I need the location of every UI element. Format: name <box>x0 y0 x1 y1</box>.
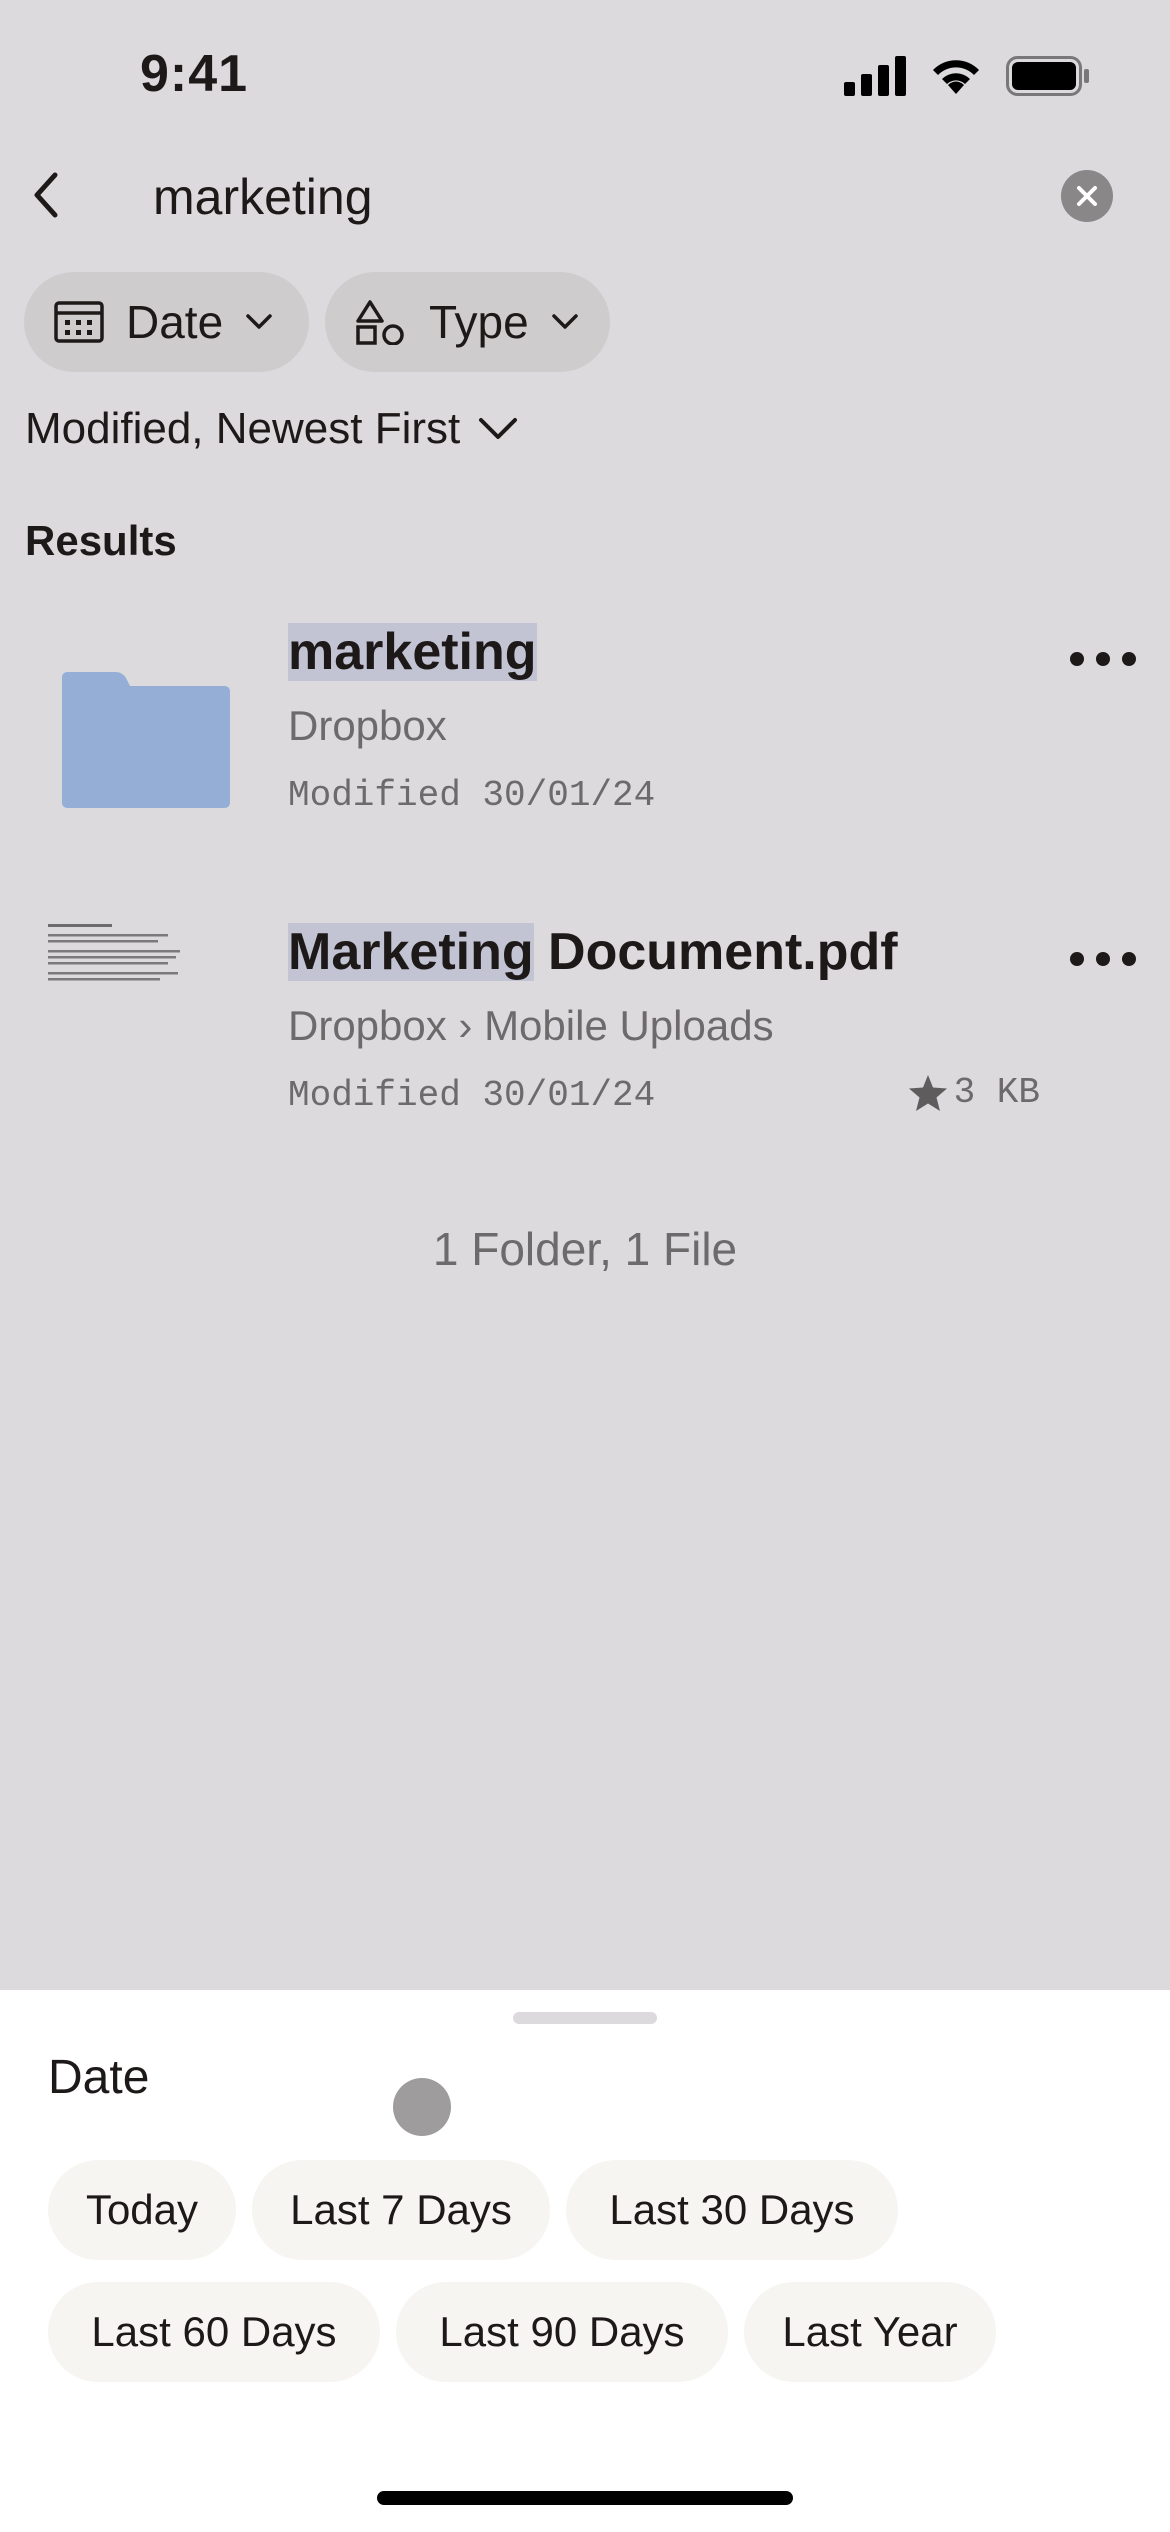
chevron-left-icon <box>34 172 58 218</box>
dot <box>1122 952 1136 966</box>
sheet-grabber[interactable] <box>513 2012 657 2024</box>
dot <box>1070 952 1084 966</box>
shapes-icon <box>356 300 404 345</box>
list-item[interactable]: Marketing Document.pdf Dropbox › Mobile … <box>0 900 1170 1140</box>
status-icons <box>844 56 1090 96</box>
status-time: 9:41 <box>140 45 249 103</box>
calendar-icon <box>54 301 104 343</box>
item-modified: Modified 30/01/24 <box>288 1075 656 1116</box>
dot <box>1096 952 1110 966</box>
item-modified: Modified 30/01/24 <box>288 775 656 816</box>
date-filter-chip[interactable]: Date <box>24 272 309 372</box>
chevron-down-icon <box>551 314 578 329</box>
title-highlight: Marketing <box>288 923 534 981</box>
sheet-title: Date <box>48 2051 150 2104</box>
sort-selector[interactable]: Modified, Newest First <box>25 404 518 454</box>
item-title: Marketing Document.pdf <box>288 922 898 982</box>
battery-icon <box>1006 56 1089 96</box>
item-location: Dropbox › Mobile Uploads <box>288 1002 774 1049</box>
touch-indicator <box>393 2078 451 2136</box>
folder-icon <box>62 672 230 808</box>
item-location: Dropbox <box>288 702 447 749</box>
date-option-last-30-days[interactable]: Last 30 Days <box>566 2160 898 2260</box>
chevron-down-icon <box>246 314 272 329</box>
title-rest: Document.pdf <box>533 923 898 981</box>
list-item[interactable]: marketing Dropbox Modified 30/01/24 <box>0 600 1170 840</box>
results-heading: Results <box>25 517 177 564</box>
date-filter-label: Date <box>126 296 224 348</box>
date-option-last-60-days[interactable]: Last 60 Days <box>48 2282 380 2382</box>
back-button[interactable] <box>22 165 70 225</box>
more-options-button[interactable] <box>1070 944 1136 974</box>
chevron-down-icon <box>479 418 518 439</box>
home-indicator[interactable] <box>377 2491 793 2505</box>
more-options-button[interactable] <box>1070 644 1136 674</box>
type-filter-label: Type <box>429 296 529 348</box>
date-option-last-7-days[interactable]: Last 7 Days <box>252 2160 550 2260</box>
date-option-last-90-days[interactable]: Last 90 Days <box>396 2282 728 2382</box>
item-title: marketing <box>288 622 537 682</box>
item-size-group: 3 KB <box>908 1072 1040 1113</box>
title-highlight: marketing <box>288 623 537 681</box>
date-option-last-year[interactable]: Last Year <box>744 2282 996 2382</box>
wifi-icon <box>933 60 979 94</box>
sort-label: Modified, Newest First <box>25 404 461 453</box>
dot <box>1070 652 1084 666</box>
close-icon <box>1077 186 1097 206</box>
pdf-thumbnail-icon <box>48 924 180 981</box>
item-size: 3 KB <box>953 1072 1040 1113</box>
star-icon <box>908 1074 947 1111</box>
type-filter-chip[interactable]: Type <box>325 272 610 372</box>
clear-search-button[interactable] <box>1061 170 1113 222</box>
dot <box>1096 652 1110 666</box>
results-summary: 1 Folder, 1 File <box>432 1223 738 1275</box>
dot <box>1122 652 1136 666</box>
date-option-today[interactable]: Today <box>48 2160 236 2260</box>
cellular-signal-icon <box>844 56 906 96</box>
date-filter-sheet <box>0 1990 1170 2532</box>
search-input[interactable]: marketing <box>153 168 373 226</box>
